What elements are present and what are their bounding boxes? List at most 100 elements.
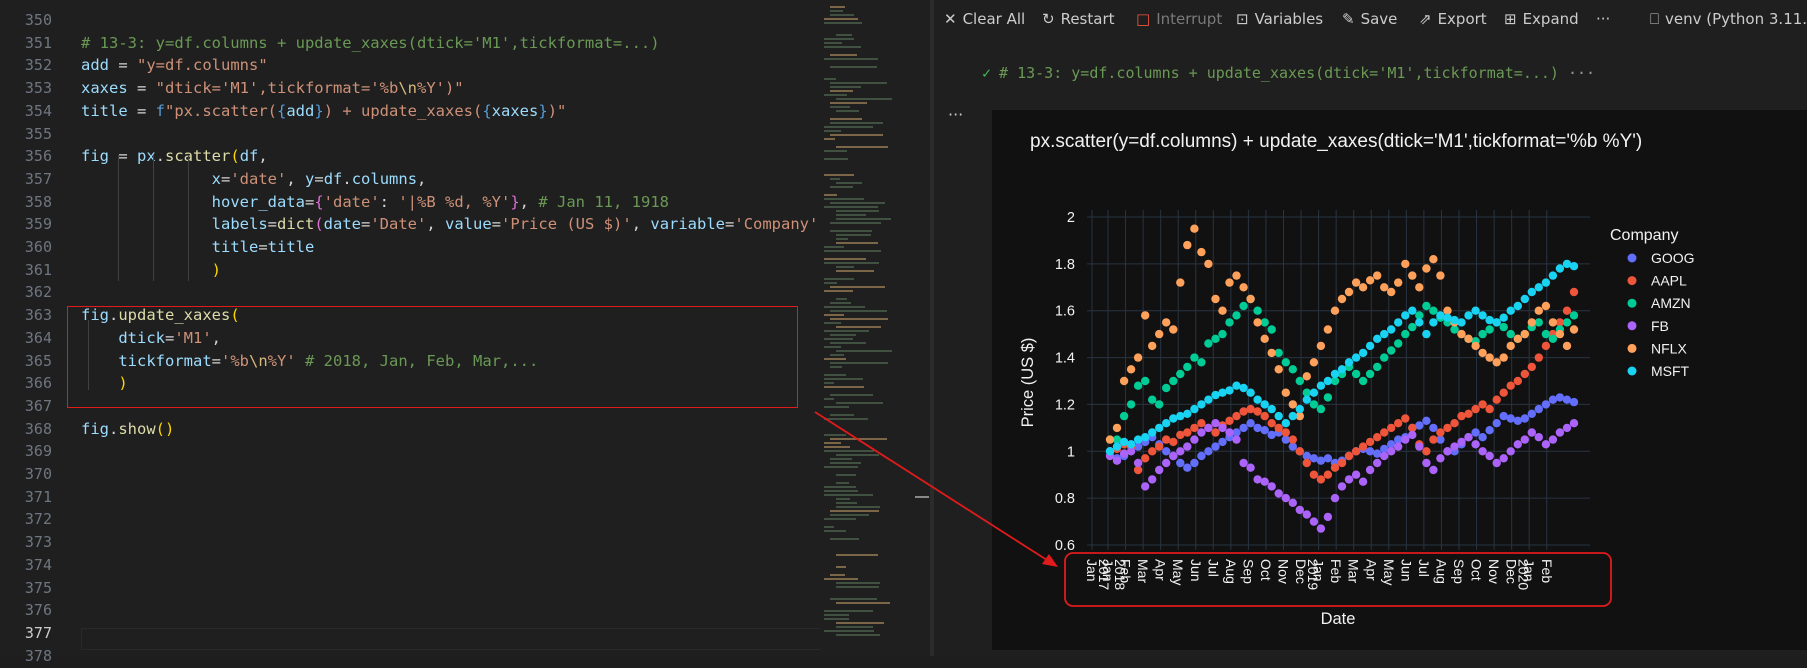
data-point: [1471, 306, 1480, 315]
minimap-line: [824, 526, 834, 528]
data-point: [1211, 419, 1220, 428]
more-actions-button[interactable]: ···: [1596, 10, 1610, 28]
expand-icon: ⊞: [1504, 10, 1517, 28]
expand-button[interactable]: ⊞ Expand: [1504, 10, 1579, 28]
export-button[interactable]: ⇗ Export: [1419, 10, 1487, 28]
data-point: [1401, 311, 1410, 320]
minimap-line: [830, 186, 853, 188]
data-point: [1246, 388, 1255, 397]
data-point: [1520, 435, 1529, 444]
x-tick-label: Feb: [1539, 559, 1555, 583]
data-point: [1302, 458, 1311, 468]
minimap-line: [824, 282, 837, 284]
data-point: [1422, 458, 1431, 468]
current-line: [81, 628, 821, 650]
data-point: [1225, 428, 1234, 437]
data-point: [1119, 376, 1129, 386]
variables-button[interactable]: ⊡ Variables: [1236, 10, 1323, 28]
interrupt-button[interactable]: □ Interrupt: [1136, 10, 1222, 28]
minimap-line: [836, 454, 879, 456]
data-point: [1541, 301, 1551, 311]
data-point: [1155, 329, 1164, 339]
minimap-line: [824, 262, 879, 264]
data-point: [1337, 365, 1347, 374]
save-button[interactable]: ✎ Save: [1342, 10, 1397, 28]
more-label: ···: [1596, 10, 1611, 28]
y-tick-label: 1.4: [1055, 351, 1075, 367]
data-point: [1380, 428, 1389, 437]
data-point: [1274, 423, 1283, 433]
data-point: [1527, 409, 1536, 418]
line-number: 364: [24, 328, 52, 347]
minimap-line: [824, 338, 853, 340]
data-point: [1443, 447, 1452, 456]
line-number: 354: [24, 101, 52, 120]
close-icon: ✕: [944, 10, 957, 28]
data-point: [1562, 341, 1572, 351]
minimap-line: [830, 462, 861, 464]
expand-label: Expand: [1522, 10, 1579, 28]
data-point: [1281, 493, 1290, 503]
data-point: [1232, 271, 1241, 280]
minimap-line: [824, 322, 841, 324]
data-point: [1457, 318, 1466, 327]
data-point: [1183, 428, 1192, 437]
clear-all-button[interactable]: ✕ Clear All: [944, 10, 1025, 28]
legend-marker: [1627, 343, 1637, 353]
minimap[interactable]: [820, 0, 930, 656]
data-point: [1253, 395, 1262, 404]
minimap-line: [836, 626, 873, 628]
x-tick-label: Aug: [1223, 559, 1239, 584]
line-number: 358: [24, 192, 52, 211]
line-number: 355: [24, 124, 52, 143]
data-point: [1569, 311, 1579, 320]
data-point: [1126, 400, 1136, 409]
data-point: [1204, 423, 1213, 433]
data-point: [1211, 334, 1220, 343]
x-tick-label: Oct: [1258, 559, 1274, 581]
minimap-line: [824, 434, 846, 436]
data-point: [1204, 447, 1213, 456]
data-point: [1408, 306, 1417, 315]
data-point: [1112, 442, 1122, 451]
data-point: [1225, 278, 1234, 287]
data-point: [1485, 404, 1494, 414]
minimap-line: [824, 378, 863, 380]
data-point: [1464, 311, 1473, 320]
data-point: [1169, 325, 1178, 334]
minimap-line: [830, 230, 872, 232]
restart-button[interactable]: ↻ Restart: [1042, 10, 1115, 28]
minimap-line: [830, 222, 881, 224]
data-point: [1541, 400, 1551, 409]
code-text: hover_data={'date': '|%B %d, %Y'}, # Jan…: [211, 192, 669, 211]
data-point: [1520, 294, 1529, 304]
minimap-slider[interactable]: [915, 496, 929, 498]
data-point: [1450, 419, 1459, 428]
data-point: [1337, 458, 1347, 468]
data-point: [1520, 329, 1529, 339]
cell-header[interactable]: ✓ # 13-3: y=df.columns + update_xaxes(dti…: [982, 64, 1807, 94]
legend-marker: [1627, 321, 1637, 331]
data-point: [1380, 353, 1389, 362]
data-point: [1485, 315, 1494, 325]
clear-all-label: Clear All: [962, 10, 1026, 28]
data-point: [1197, 358, 1206, 367]
output-menu-button[interactable]: ···: [948, 105, 963, 124]
minimap-line: [836, 326, 881, 328]
minimap-line: [836, 402, 883, 404]
data-point: [1464, 433, 1473, 442]
data-point: [1464, 409, 1473, 418]
minimap-line: [836, 34, 852, 36]
minimap-line: [836, 270, 874, 272]
minimap-line: [824, 38, 854, 40]
x-tick-label: Sep: [1240, 559, 1256, 584]
kernel-picker[interactable]: ⎕ venv (Python 3.11.1: [1650, 10, 1807, 28]
data-point: [1541, 440, 1551, 449]
minimap-line: [824, 490, 858, 492]
x-tick-label: Nov: [1486, 559, 1502, 584]
data-point: [1105, 435, 1115, 444]
data-point: [1380, 329, 1389, 339]
data-point: [1457, 329, 1466, 339]
minimap-line: [830, 286, 885, 288]
code-text: # 13-3: y=df.columns + update_xaxes(dtic…: [81, 33, 660, 52]
